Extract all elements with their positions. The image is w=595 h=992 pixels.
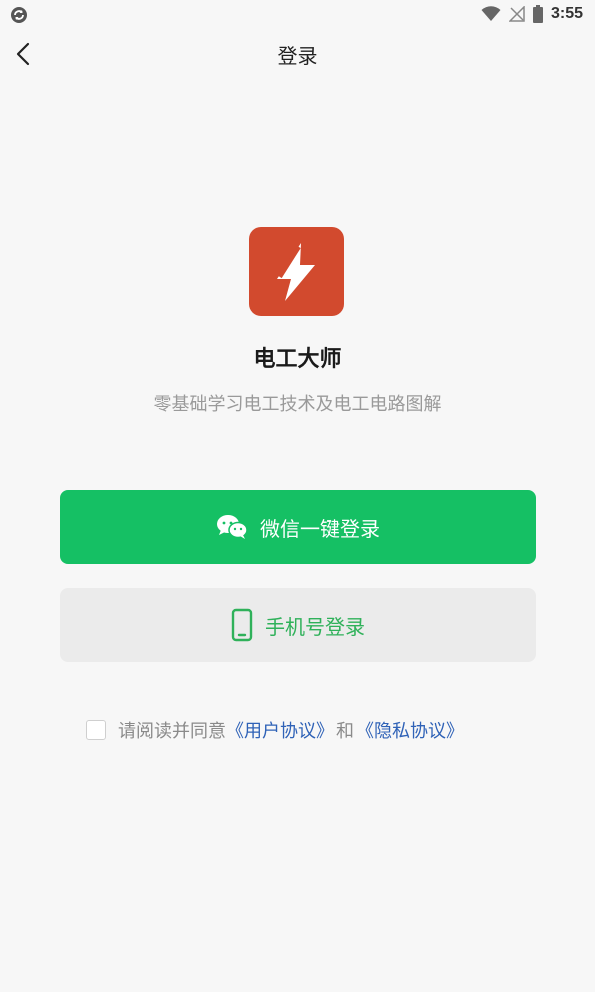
agreement-prefix: 请阅读并同意: [118, 721, 226, 742]
battery-icon: [532, 5, 543, 23]
phone-icon: [231, 608, 253, 642]
sync-icon: [11, 7, 27, 23]
phone-login-label: 手机号登录: [265, 614, 365, 639]
agreement-row: 请阅读并同意 《用户协议》 和 《隐私协议》: [86, 716, 464, 744]
phone-login-button[interactable]: 手机号登录: [60, 588, 536, 662]
agreement-checkbox[interactable]: [86, 720, 106, 740]
app-logo: [249, 227, 344, 316]
status-icons: 3:55: [481, 3, 583, 25]
wechat-login-label: 微信一键登录: [260, 516, 380, 541]
app-tagline: 零基础学习电工技术及电工电路图解: [153, 394, 442, 415]
wechat-icon: [217, 515, 248, 539]
status-time: 3:55: [550, 5, 583, 22]
wifi-icon: [481, 6, 501, 21]
lightning-logo-icon: [277, 243, 315, 301]
no-signal-icon: [508, 6, 525, 22]
user-agreement-link[interactable]: 《用户协议》: [226, 717, 334, 743]
app-name: 电工大师: [253, 347, 342, 372]
page-title: 登录: [277, 44, 318, 68]
title-bar: 登录: [0, 30, 595, 76]
wechat-login-button[interactable]: 微信一键登录: [60, 490, 536, 564]
privacy-agreement-link[interactable]: 《隐私协议》: [356, 717, 464, 743]
status-bar: 3:55: [0, 0, 595, 28]
agreement-connector: 和: [336, 721, 354, 742]
